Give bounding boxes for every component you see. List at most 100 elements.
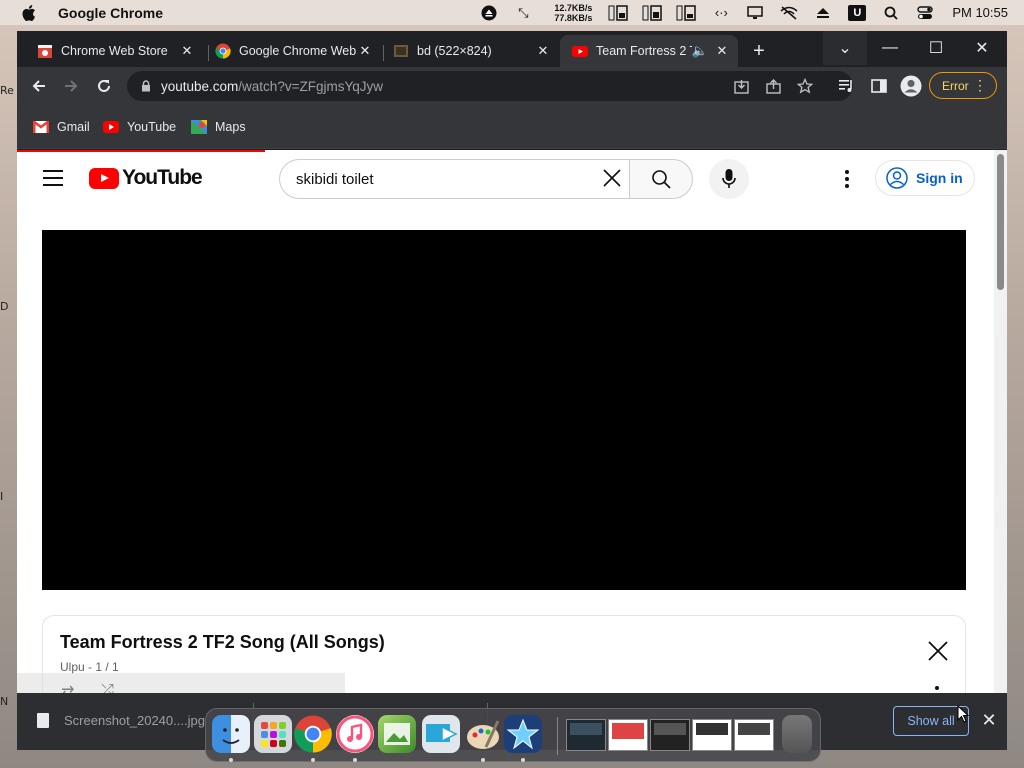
window-thumb-2[interactable] (608, 719, 648, 751)
playlist-more-icon[interactable] (935, 686, 939, 690)
sign-in-button[interactable]: Sign in (875, 160, 975, 196)
menu-clock[interactable]: PM 10:55 (942, 5, 1024, 20)
window-thumb-3[interactable] (650, 719, 690, 751)
maximize-button[interactable]: ☐ (913, 31, 959, 65)
bookmark-youtube[interactable]: YouTube (103, 118, 176, 136)
memory-monitor-icon[interactable] (636, 0, 670, 25)
cpu-monitor-icon[interactable] (602, 0, 636, 25)
hamburger-menu-icon[interactable] (43, 170, 63, 186)
tab-team-fortress[interactable]: Team Fortress 2 T 🔈 ✕ (560, 35, 738, 67)
network-speed[interactable]: 12.7KB/s 77.8KB/s (540, 3, 592, 23)
close-tab-icon[interactable]: ✕ (714, 43, 730, 59)
playlist-title[interactable]: Team Fortress 2 TF2 Song (All Songs) (60, 632, 385, 653)
apple-menu-icon[interactable] (0, 4, 58, 21)
tab-title: Team Fortress 2 T (596, 44, 692, 58)
download-speed: 77.8KB/s (554, 12, 593, 23)
video-player[interactable] (42, 230, 966, 590)
reload-button[interactable] (90, 72, 118, 100)
page-scrollbar[interactable] (994, 150, 1007, 693)
voice-search-button[interactable] (709, 159, 749, 199)
music-icon[interactable] (336, 715, 374, 753)
youtube-icon (103, 121, 119, 133)
settings-menu-icon[interactable] (837, 168, 857, 190)
trash-icon[interactable] (782, 715, 812, 753)
forward-button[interactable] (57, 72, 85, 100)
youtube-play-icon (89, 167, 119, 189)
url-text[interactable]: youtube.com/watch?v=ZFgjmsYqJyw (161, 79, 383, 94)
close-tab-icon[interactable]: ✕ (535, 43, 551, 59)
active-app-name[interactable]: Google Chrome (58, 5, 163, 21)
media-controls-icon[interactable] (833, 72, 861, 100)
chrome-icon (215, 43, 231, 59)
browser-toolbar: youtube.com/watch?v=ZFgjmsYqJyw Error ⋮ (17, 67, 1007, 105)
new-tab-button[interactable]: + (748, 40, 770, 62)
close-download-bar-icon[interactable]: ✕ (979, 710, 999, 730)
wifi-off-icon[interactable] (772, 0, 806, 25)
search-input[interactable]: skibidi toilet (279, 159, 629, 199)
launchpad-icon[interactable] (254, 715, 292, 753)
search-icon (652, 170, 671, 189)
url-path: /watch?v=ZFgjmsYqJyw (238, 78, 383, 94)
eject-circle-icon[interactable] (472, 0, 506, 25)
running-indicator (481, 758, 485, 762)
minimize-button[interactable]: — (867, 31, 913, 65)
control-center-icon[interactable] (908, 0, 942, 25)
audio-playing-icon[interactable]: 🔈 (692, 43, 708, 59)
close-window-button[interactable]: ✕ (959, 31, 1005, 65)
u-badge-icon[interactable]: U (840, 0, 874, 25)
download-file-name: Screenshot_20240....jpg (64, 713, 205, 728)
error-status-pill[interactable]: Error ⋮ (929, 72, 997, 99)
close-playlist-icon[interactable] (927, 640, 949, 662)
search-button[interactable] (629, 159, 693, 199)
side-panel-icon[interactable] (865, 72, 893, 100)
profile-avatar-icon[interactable] (897, 72, 925, 100)
site-info-icon[interactable] (131, 80, 161, 92)
chrome-web-store-icon (38, 45, 52, 58)
window-thumb-5[interactable] (734, 719, 774, 751)
expand-arrows-icon[interactable]: ⤡ (506, 0, 540, 25)
imovie-icon[interactable] (504, 715, 542, 753)
paint-icon[interactable] (464, 715, 502, 753)
tab-search-chevron-icon[interactable]: ⌄ (823, 31, 867, 65)
spotlight-search-icon[interactable] (874, 0, 908, 25)
install-app-icon[interactable] (729, 75, 753, 97)
chrome-menu-icon[interactable]: ⋮ (973, 77, 987, 93)
bookmark-label: Gmail (57, 120, 90, 134)
running-indicator (311, 758, 315, 762)
chrome-window: Chrome Web Store ✕ Google Chrome Web ✕ b… (17, 31, 1007, 693)
download-item[interactable]: Screenshot_20240....jpg (37, 713, 205, 728)
back-button[interactable] (25, 72, 53, 100)
clear-search-icon[interactable] (601, 168, 623, 190)
window-thumb-4[interactable] (692, 719, 732, 751)
maps-icon (191, 120, 207, 134)
chrome-icon[interactable] (294, 715, 332, 753)
youtube-logo[interactable]: YouTube (89, 166, 203, 190)
sign-in-label: Sign in (916, 170, 963, 186)
menu-bar: Google Chrome ⤡ 12.7KB/s 77.8KB/s ‹·› U … (0, 0, 1024, 25)
code-brackets-icon[interactable]: ‹·› (704, 0, 738, 25)
url-host: youtube.com (161, 78, 239, 94)
bookmark-star-icon[interactable] (793, 75, 817, 97)
close-tab-icon[interactable]: ✕ (179, 43, 195, 59)
finder-icon[interactable] (212, 715, 250, 753)
preview-icon[interactable] (378, 715, 416, 753)
bookmark-maps[interactable]: Maps (191, 118, 246, 136)
image-icon (394, 45, 408, 57)
address-bar[interactable]: youtube.com/watch?v=ZFgjmsYqJyw (127, 71, 853, 101)
scrollbar-thumb[interactable] (997, 154, 1004, 290)
disk-monitor-icon[interactable] (670, 0, 704, 25)
close-tab-icon[interactable]: ✕ (357, 43, 373, 59)
display-icon[interactable] (738, 0, 772, 25)
eject-icon[interactable] (806, 0, 840, 25)
desktop-edge-label: N (0, 695, 9, 708)
tab-chrome-web-store[interactable]: Chrome Web Store ✕ (25, 35, 203, 67)
bookmark-gmail[interactable]: Gmail (33, 118, 90, 136)
migration-icon[interactable] (422, 715, 460, 753)
tab-image-bd[interactable]: bd (522×824) ✕ (381, 35, 559, 67)
bookmarks-bar: Gmail YouTube Maps (17, 105, 1007, 149)
window-thumb-1[interactable] (566, 719, 606, 751)
share-icon[interactable] (761, 75, 785, 97)
search-query: skibidi toilet (296, 170, 374, 188)
microphone-icon (722, 169, 736, 188)
tab-google-chrome-web[interactable]: Google Chrome Web ✕ (203, 35, 381, 67)
